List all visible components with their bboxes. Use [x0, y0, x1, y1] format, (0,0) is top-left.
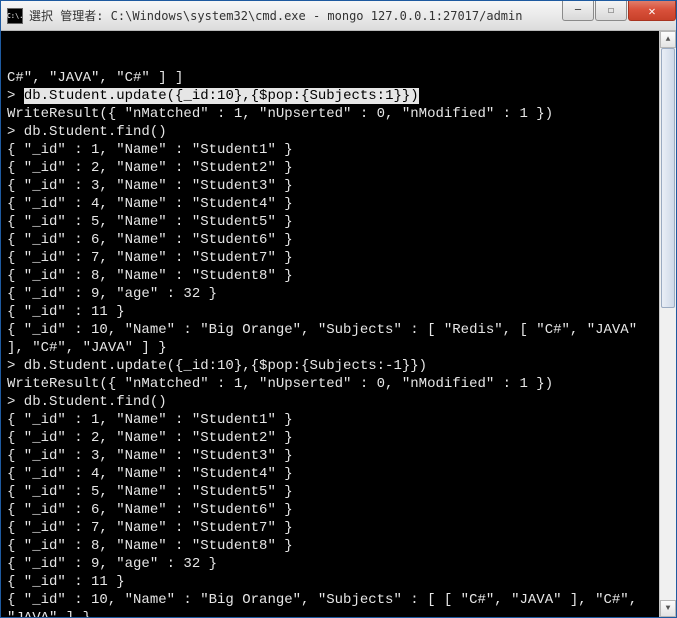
vertical-scrollbar[interactable]: ▲ ▼ [659, 31, 676, 617]
line: { "_id" : 11 } [7, 574, 125, 590]
cmd-window: C:\. 選択 管理者: C:\Windows\system32\cmd.exe… [0, 0, 677, 618]
prompt: > [7, 88, 24, 104]
line: { "_id" : 9, "age" : 32 } [7, 556, 217, 572]
line: { "_id" : 3, "Name" : "Student3" } [7, 178, 293, 194]
line: { "_id" : 1, "Name" : "Student1" } [7, 142, 293, 158]
line: { "_id" : 11 } [7, 304, 125, 320]
line: { "_id" : 6, "Name" : "Student6" } [7, 502, 293, 518]
line: { "_id" : 7, "Name" : "Student7" } [7, 520, 293, 536]
line: { "_id" : 2, "Name" : "Student2" } [7, 430, 293, 446]
line: { "_id" : 10, "Name" : "Big Orange", "Su… [7, 592, 646, 617]
line: > db.Student.find() [7, 394, 167, 410]
line: { "_id" : 8, "Name" : "Student8" } [7, 268, 293, 284]
line: { "_id" : 7, "Name" : "Student7" } [7, 250, 293, 266]
line: C#", "JAVA", "C#" ] ] [7, 70, 183, 86]
line: { "_id" : 1, "Name" : "Student1" } [7, 412, 293, 428]
scroll-thumb[interactable] [661, 48, 675, 308]
line: WriteResult({ "nMatched" : 1, "nUpserted… [7, 106, 553, 122]
line: { "_id" : 5, "Name" : "Student5" } [7, 484, 293, 500]
line: { "_id" : 8, "Name" : "Student8" } [7, 538, 293, 554]
line: > db.Student.update({_id:10},{$pop:{Subj… [7, 358, 427, 374]
line: { "_id" : 4, "Name" : "Student4" } [7, 196, 293, 212]
cmd-icon: C:\. [7, 8, 23, 24]
line: { "_id" : 5, "Name" : "Student5" } [7, 214, 293, 230]
highlighted-command: db.Student.update({_id:10},{$pop:{Subjec… [24, 88, 419, 104]
line: { "_id" : 3, "Name" : "Student3" } [7, 448, 293, 464]
scroll-up-button[interactable]: ▲ [660, 31, 676, 48]
line: WriteResult({ "nMatched" : 1, "nUpserted… [7, 376, 553, 392]
scroll-track[interactable] [660, 48, 676, 600]
window-title: 選択 管理者: C:\Windows\system32\cmd.exe - mo… [29, 7, 561, 24]
line: > db.Student.find() [7, 124, 167, 140]
titlebar[interactable]: C:\. 選択 管理者: C:\Windows\system32\cmd.exe… [1, 1, 676, 31]
terminal[interactable]: C#", "JAVA", "C#" ] ] > db.Student.updat… [1, 31, 676, 617]
line: { "_id" : 4, "Name" : "Student4" } [7, 466, 293, 482]
minimize-button[interactable]: ─ [562, 1, 594, 21]
scroll-down-button[interactable]: ▼ [660, 600, 676, 617]
close-button[interactable]: ✕ [628, 1, 676, 21]
line: { "_id" : 9, "age" : 32 } [7, 286, 217, 302]
line: { "_id" : 6, "Name" : "Student6" } [7, 232, 293, 248]
maximize-button[interactable]: ☐ [595, 1, 627, 21]
window-controls: ─ ☐ ✕ [561, 1, 676, 30]
line: { "_id" : 10, "Name" : "Big Orange", "Su… [7, 322, 646, 356]
line: { "_id" : 2, "Name" : "Student2" } [7, 160, 293, 176]
terminal-content: C#", "JAVA", "C#" ] ] > db.Student.updat… [7, 69, 658, 617]
